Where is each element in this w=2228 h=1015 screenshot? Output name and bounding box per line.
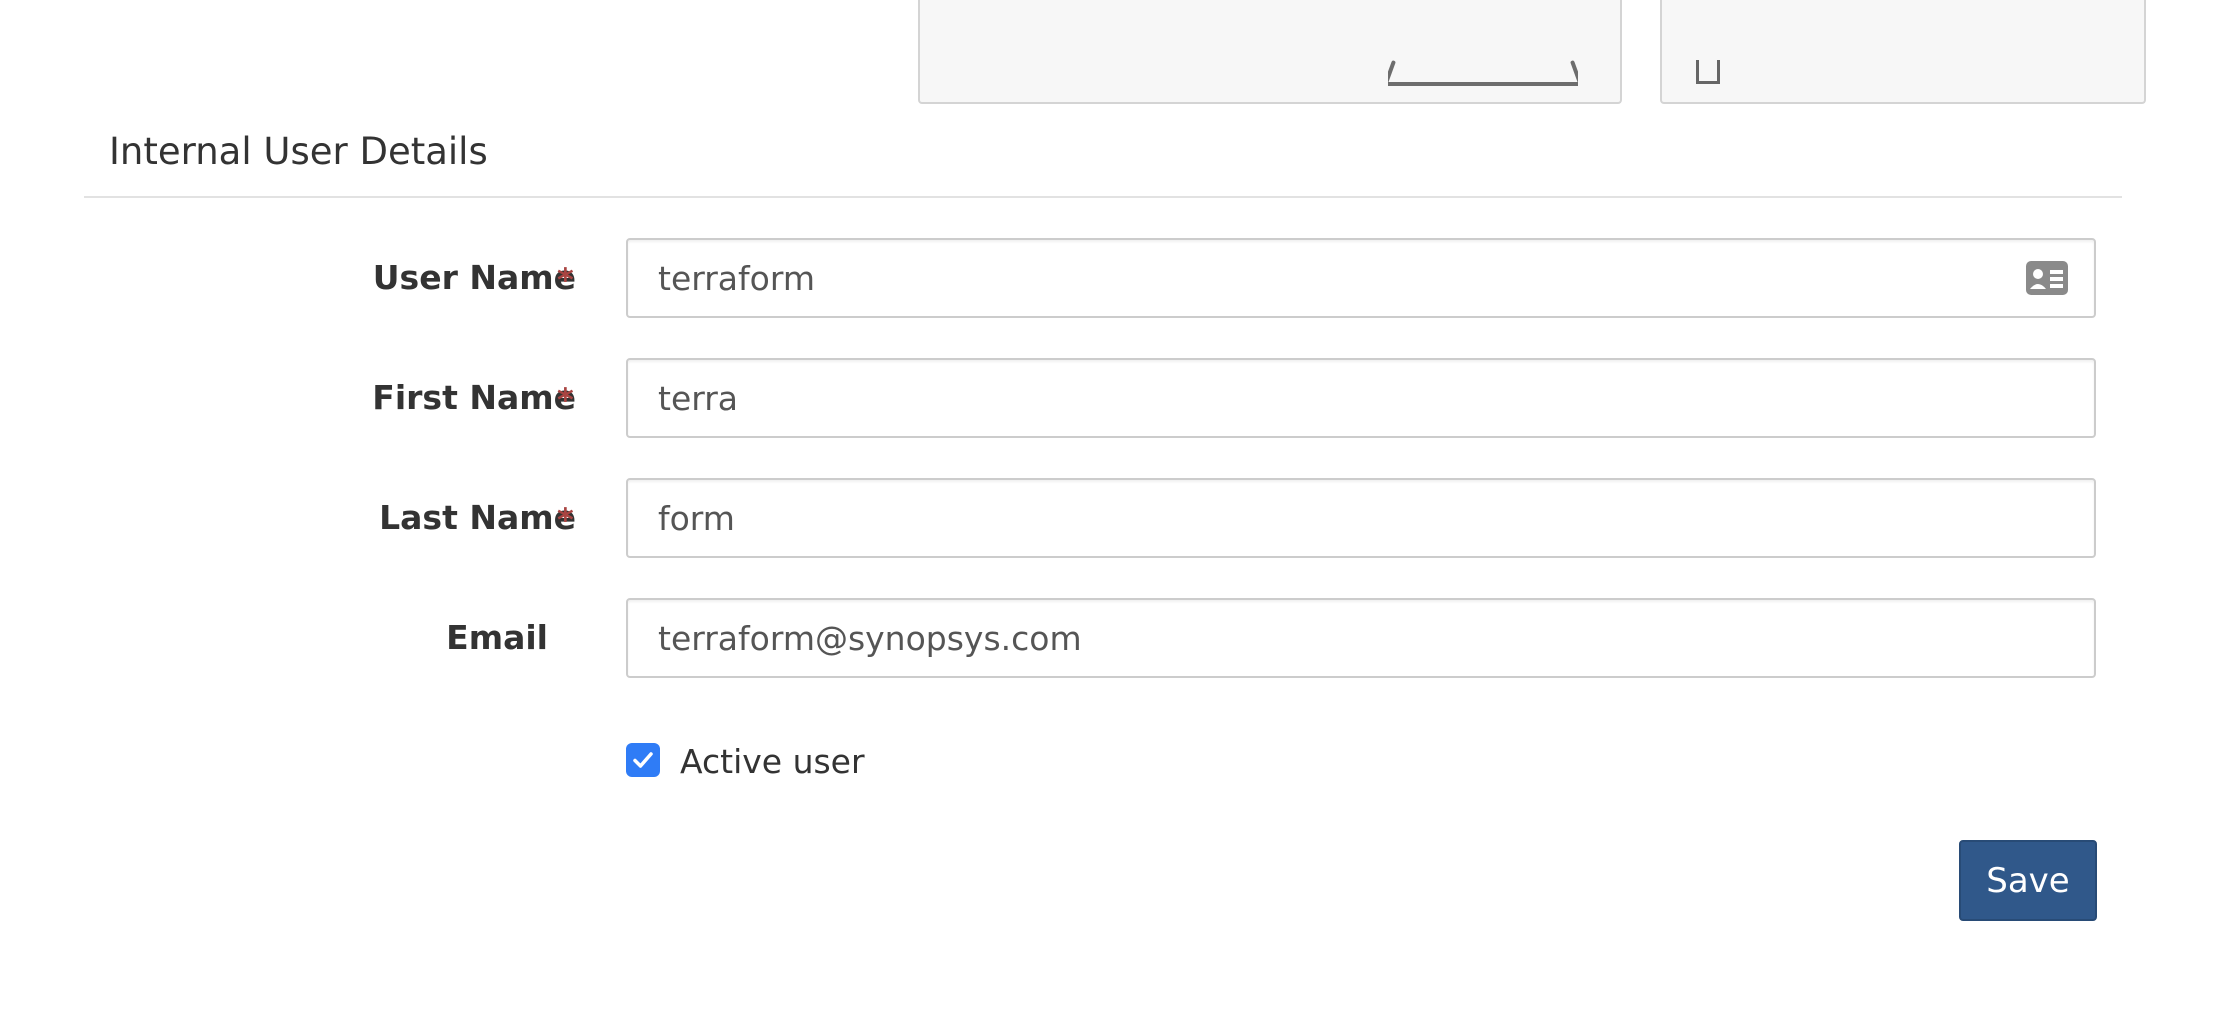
id-card-icon — [2026, 261, 2068, 295]
top-partial-control-left[interactable] — [918, 0, 1622, 104]
save-button[interactable]: Save — [1959, 840, 2097, 921]
checkmark-icon — [633, 752, 653, 768]
section-title: Internal User Details — [109, 130, 488, 173]
first-name-required-marker: * — [557, 381, 574, 419]
user-name-label: User Name — [372, 258, 576, 297]
last-name-required-marker: * — [557, 501, 574, 539]
user-name-required-marker: * — [557, 261, 574, 299]
active-user-label[interactable]: Active user — [680, 740, 865, 784]
top-partial-control-right[interactable] — [1660, 0, 2146, 104]
first-name-label: First Name — [372, 378, 576, 417]
user-name-input[interactable] — [626, 238, 2096, 318]
active-user-checkbox[interactable] — [626, 743, 660, 777]
email-input[interactable] — [626, 598, 2096, 678]
email-label: Email — [446, 618, 548, 657]
first-name-input[interactable] — [626, 358, 2096, 438]
last-name-input[interactable] — [626, 478, 2096, 558]
partial-checkbox-icon — [1696, 60, 1720, 84]
section-divider — [84, 196, 2122, 198]
partial-glyph — [1388, 44, 1578, 86]
last-name-label: Last Name — [379, 498, 576, 537]
